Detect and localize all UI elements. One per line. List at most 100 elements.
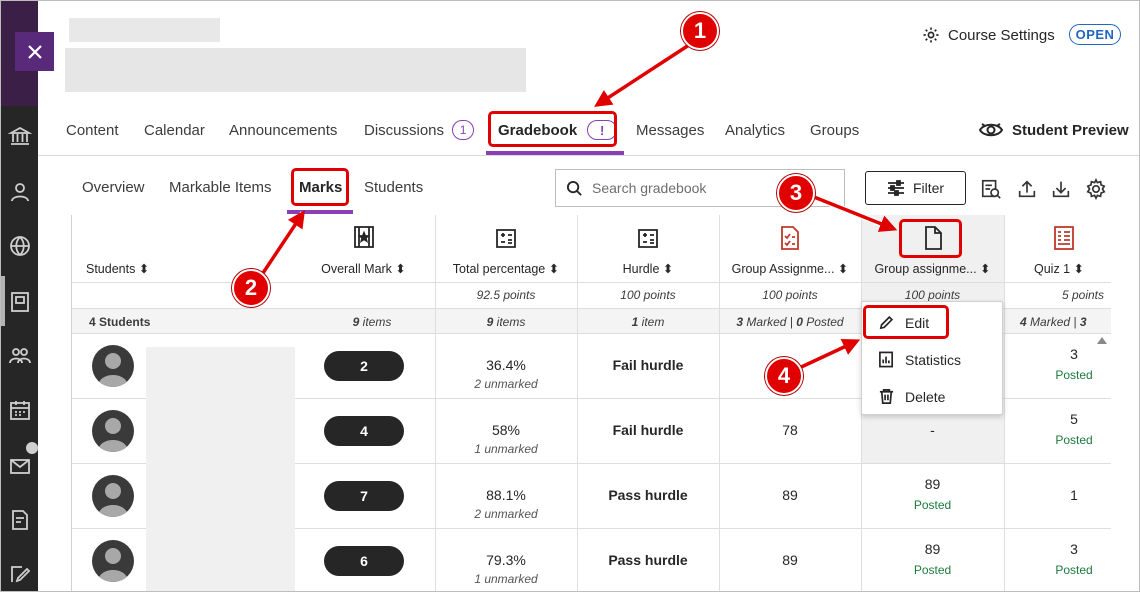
- header-hurdle-label: Hurdle: [622, 262, 660, 276]
- discussions-count-badge: 1: [452, 120, 475, 140]
- filter-button[interactable]: Filter: [865, 171, 966, 205]
- course-status-badge[interactable]: OPEN: [1069, 24, 1121, 45]
- tab-groups[interactable]: Groups: [810, 106, 859, 154]
- tab-calendar[interactable]: Calendar: [144, 106, 205, 154]
- globe-icon[interactable]: [7, 233, 33, 259]
- hurdle-cell[interactable]: Pass hurdle: [577, 552, 719, 568]
- subtab-students[interactable]: Students: [364, 179, 423, 196]
- grades-icon[interactable]: [7, 507, 33, 533]
- group-assignment-a-cell[interactable]: 89: [719, 552, 861, 568]
- hurdle-cell[interactable]: Pass hurdle: [577, 487, 719, 503]
- sort-icon[interactable]: ⬍: [838, 262, 848, 276]
- search-icon: [566, 180, 582, 196]
- header-group-assignment-a[interactable]: Group Assignme... ⬍: [719, 215, 861, 282]
- quiz-value: 3: [1070, 541, 1078, 557]
- student-preview-button[interactable]: Student Preview: [978, 120, 1129, 140]
- group-b-status: Posted: [913, 563, 952, 577]
- upload-icon[interactable]: [1014, 176, 1040, 202]
- header-students[interactable]: Students ⬍: [72, 215, 232, 282]
- overall-mark-pill[interactable]: 4: [324, 416, 404, 446]
- avatar[interactable]: [92, 345, 134, 387]
- summary-quiz-extra: 3: [1079, 315, 1087, 329]
- overall-mark-pill[interactable]: 2: [324, 351, 404, 381]
- overall-mark-pill[interactable]: 7: [324, 481, 404, 511]
- quiz-cell[interactable]: 3 Posted: [1003, 346, 1139, 382]
- profile-icon[interactable]: [7, 179, 33, 205]
- group-assignment-b-cell[interactable]: -: [861, 422, 1004, 438]
- tab-content[interactable]: Content: [66, 106, 119, 154]
- group-b-status: Posted: [913, 498, 952, 512]
- sort-icon[interactable]: ⬍: [395, 262, 405, 276]
- total-percentage-cell[interactable]: 88.1% 2 unmarked: [435, 487, 577, 521]
- courses-icon[interactable]: [7, 289, 33, 315]
- menu-item-statistics[interactable]: Statistics: [878, 351, 961, 368]
- summary-students: 4 Students: [89, 315, 209, 329]
- unmarked-count: 2 unmarked: [474, 377, 538, 391]
- menu-item-delete[interactable]: Delete: [878, 388, 945, 405]
- header-overall-mark[interactable]: Overall Mark ⬍: [292, 215, 435, 282]
- group-assignment-a-cell[interactable]: 78: [719, 422, 861, 438]
- hurdle-cell[interactable]: Fail hurdle: [577, 357, 719, 373]
- quiz-status: Posted: [1055, 433, 1093, 447]
- header-total-percentage[interactable]: Total percentage ⬍: [435, 215, 577, 282]
- total-percentage-cell[interactable]: 36.4% 2 unmarked: [435, 357, 577, 391]
- rail-selected-indicator: [1, 276, 5, 326]
- summary-hurdle-word: item: [641, 315, 665, 329]
- avatar[interactable]: [92, 540, 134, 582]
- groups-icon[interactable]: [7, 343, 33, 369]
- group-b-value: 89: [924, 476, 941, 492]
- total-percentage-cell[interactable]: 79.3% 1 unmarked: [435, 552, 577, 586]
- tab-messages[interactable]: Messages: [636, 106, 704, 154]
- tab-analytics[interactable]: Analytics: [725, 106, 785, 154]
- course-settings-button[interactable]: Course Settings: [922, 25, 1055, 45]
- unmarked-count: 1 unmarked: [474, 572, 538, 586]
- quiz-value: 3: [1070, 346, 1078, 362]
- group-assignment-b-cell[interactable]: 89 Posted: [861, 541, 1004, 577]
- tools-icon[interactable]: [7, 561, 33, 587]
- group-b-value: 89: [924, 541, 941, 557]
- highlight-column-header: [899, 219, 962, 258]
- sort-icon[interactable]: ⬍: [549, 262, 559, 276]
- header-group-assignment-b-label: Group assignme...: [874, 262, 977, 276]
- header-quiz-1[interactable]: Quiz 1 ⬍: [1004, 215, 1111, 282]
- calculation-icon: [638, 229, 658, 248]
- avatar[interactable]: [92, 410, 134, 452]
- quiz-cell[interactable]: 5 Posted: [1003, 411, 1139, 447]
- hurdle-cell[interactable]: Fail hurdle: [577, 422, 719, 438]
- group-assignment-a-cell[interactable]: 89: [719, 487, 861, 503]
- grade-report-icon[interactable]: [978, 176, 1004, 202]
- sort-icon[interactable]: ⬍: [139, 262, 149, 276]
- sort-icon[interactable]: ⬍: [663, 262, 673, 276]
- summary-total-word: items: [496, 315, 526, 329]
- group-assignment-b-cell[interactable]: 89 Posted: [861, 476, 1004, 512]
- sort-icon[interactable]: ⬍: [1074, 262, 1084, 276]
- scroll-up-arrow-icon[interactable]: [1097, 337, 1107, 344]
- tab-discussions[interactable]: Discussions 1: [364, 106, 475, 154]
- tab-announcements[interactable]: Announcements: [229, 106, 337, 154]
- percentage-value: 79.3%: [486, 552, 526, 568]
- quiz-cell[interactable]: 3 Posted: [1003, 541, 1139, 577]
- subtab-overview[interactable]: Overview: [82, 179, 145, 196]
- assignment-icon: [781, 226, 799, 250]
- summary-students-count: 4: [89, 315, 96, 329]
- header-total-percentage-label: Total percentage: [452, 262, 546, 276]
- download-icon[interactable]: [1048, 176, 1074, 202]
- preview-eye-icon: [978, 123, 1004, 137]
- settings-gear-icon[interactable]: [1083, 176, 1109, 202]
- overall-mark-pill[interactable]: 6: [324, 546, 404, 576]
- overall-mark-icon: [353, 226, 374, 248]
- close-course-button[interactable]: [15, 32, 54, 71]
- messages-icon[interactable]: [7, 453, 33, 479]
- sort-icon[interactable]: ⬍: [980, 262, 990, 276]
- quiz-cell[interactable]: 1: [1003, 487, 1139, 503]
- percentage-value: 58%: [491, 422, 521, 438]
- header-hurdle[interactable]: Hurdle ⬍: [577, 215, 719, 282]
- calendar-icon[interactable]: [7, 397, 33, 423]
- highlight-marks-subtab: [291, 168, 349, 206]
- subtab-markable-items[interactable]: Markable Items: [169, 179, 272, 196]
- institution-icon[interactable]: [7, 123, 33, 149]
- summary-students-word: Students: [99, 315, 151, 329]
- avatar[interactable]: [92, 475, 134, 517]
- total-percentage-cell[interactable]: 58% 1 unmarked: [435, 422, 577, 456]
- callout-4: 4: [765, 357, 803, 395]
